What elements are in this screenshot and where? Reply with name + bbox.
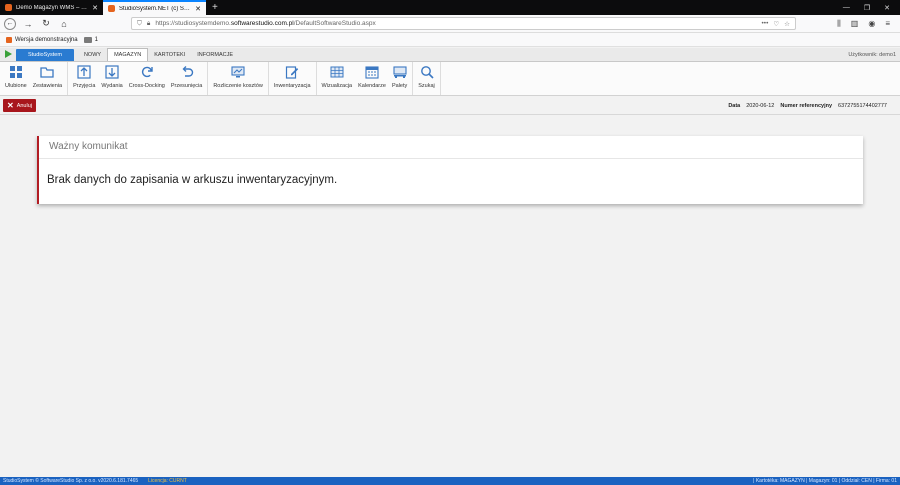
tab-nowy[interactable]: NOWY <box>78 49 107 61</box>
minimize-icon[interactable]: — <box>843 4 850 11</box>
tab-title: StudioSystem.NET (c) Software <box>119 5 191 12</box>
ribbon-toolbar: Ulubione Zestawienia Przyjęcia Wydania C… <box>0 62 900 96</box>
browser-navbar: ← → ↻ ⌂ ⛉ 🔒︎ https://studiosystemdemo.so… <box>0 15 900 33</box>
pallet-icon <box>393 65 407 79</box>
ribbon-button-rozliczenie-kosztow[interactable]: Rozliczenie kosztów <box>210 62 266 95</box>
ribbon-button-przyjecia[interactable]: Przyjęcia <box>70 62 98 95</box>
cancel-button[interactable]: ✕ Anuluj <box>3 99 36 112</box>
browser-tab-demo[interactable]: Demo Magazyn WMS – Demo ✕ <box>0 0 103 15</box>
dialog-message: Brak danych do zapisania w arkuszu inwen… <box>47 174 338 186</box>
ribbon-group-general: Ulubione Zestawienia <box>0 62 69 95</box>
close-icon: ✕ <box>7 100 14 110</box>
page-actions-icon[interactable]: ••• <box>762 20 769 27</box>
close-window-icon[interactable]: ✕ <box>884 4 890 12</box>
tab-magazyn[interactable]: MAGAZYN <box>107 48 149 61</box>
ribbon-button-wydania[interactable]: Wydania <box>98 62 125 95</box>
search-icon <box>420 65 434 79</box>
ribbon-group-views: Wizualizacja Kalendarze Palety <box>317 62 414 95</box>
address-bar[interactable]: ⛉ 🔒︎ https://studiosystemdemo.softwarest… <box>131 17 796 30</box>
tab-kartoteki[interactable]: KARTOTEKI <box>148 49 191 61</box>
close-tab-icon[interactable]: ✕ <box>195 5 201 13</box>
important-message-dialog: Ważny komunikat Brak danych do zapisania… <box>37 136 863 204</box>
ribbon-group-inventory: Inwentaryzacja <box>269 62 317 95</box>
ribbon-button-palety[interactable]: Palety <box>389 62 410 95</box>
folder-icon <box>40 65 55 79</box>
account-icon[interactable]: ◉ <box>868 19 875 29</box>
studio-favicon-icon <box>6 36 12 43</box>
ribbon-button-przesuniecia[interactable]: Przesunięcia <box>168 62 206 95</box>
ribbon-button-wizualizacja[interactable]: Wizualizacja <box>319 62 356 95</box>
library-icon[interactable]: ⫼ <box>837 19 841 29</box>
monitor-chart-icon <box>231 65 245 79</box>
document-meta: Data 2020-06-12 Numer referencyjny 63727… <box>728 103 897 109</box>
bookmark-star-icon[interactable]: ☆ <box>784 20 790 28</box>
forward-arrow-icon[interactable]: → <box>22 18 34 30</box>
close-tab-icon[interactable]: ✕ <box>92 4 98 12</box>
reload-icon[interactable]: ↻ <box>40 18 52 30</box>
status-license: Licencja: CURNT <box>148 478 187 484</box>
ribbon-button-zestawienia[interactable]: Zestawienia <box>30 62 65 95</box>
toolbar-right: ⫼ ▥ ◉ ≡ <box>837 19 896 29</box>
status-copyright: StudioSystem © SoftwareStudio Sp. z o.o.… <box>3 478 139 484</box>
user-label: Użytkownik: demo1 <box>848 52 896 58</box>
refresh-icon <box>140 65 154 79</box>
dialog-divider <box>39 158 863 159</box>
ribbon-group-movements: Przyjęcia Wydania Cross-Docking Przesuni… <box>68 62 209 95</box>
app-menubar: StudioSystem NOWY MAGAZYN KARTOTEKI INFO… <box>0 48 900 62</box>
arrow-up-box-icon <box>77 65 91 79</box>
menu-icon[interactable]: ≡ <box>885 19 890 29</box>
ribbon-button-inwentaryzacja[interactable]: Inwentaryzacja <box>271 62 314 95</box>
edit-document-icon <box>285 65 299 79</box>
window-controls: — ❐ ✕ <box>843 0 900 15</box>
folder-icon <box>83 36 92 43</box>
calendar-icon <box>365 65 379 79</box>
warehouse-grid-icon <box>330 65 344 79</box>
app-menu-button[interactable]: StudioSystem <box>16 49 74 61</box>
ribbon-button-szukaj[interactable]: Szukaj <box>415 62 438 95</box>
arrow-down-box-icon <box>105 65 119 79</box>
ribbon-button-kalendarze[interactable]: Kalendarze <box>355 62 389 95</box>
sidebar-icon[interactable]: ▥ <box>851 19 859 29</box>
back-arrow-icon[interactable]: ← <box>4 17 16 30</box>
date-value: 2020-06-12 <box>746 102 775 109</box>
tab-informacje[interactable]: INFORMACJE <box>191 49 239 61</box>
browser-tab-studiosystem[interactable]: StudioSystem.NET (c) Software ✕ <box>103 0 206 15</box>
lock-icon[interactable]: 🔒︎ <box>147 20 150 28</box>
maximize-icon[interactable]: ❐ <box>864 4 870 12</box>
shield-icon[interactable]: ⛉ <box>137 20 142 28</box>
ribbon-button-cross-docking[interactable]: Cross-Docking <box>126 62 168 95</box>
url-text: https://studiosystemdemo.softwarestudio.… <box>155 20 376 27</box>
action-bar: ✕ Anuluj Data 2020-06-12 Numer referency… <box>0 97 900 115</box>
reference-label: Numer referencyjny <box>780 102 833 109</box>
dialog-title: Ważny komunikat <box>49 141 128 152</box>
date-label: Data <box>728 102 741 109</box>
bookmark-folder-1[interactable]: 1 <box>83 36 98 43</box>
status-context: | Kartotéka: MAGAZYN | Magazyn: 01 | Odd… <box>753 478 897 484</box>
status-bar: StudioSystem © SoftwareStudio Sp. z o.o.… <box>0 477 900 485</box>
undo-arrow-icon <box>180 65 194 79</box>
reference-value: 6372755174402777 <box>838 102 887 109</box>
home-icon[interactable]: ⌂ <box>58 18 70 30</box>
ribbon-group-costs: Rozliczenie kosztów <box>208 62 269 95</box>
grid-favorites-icon <box>9 65 23 79</box>
bookmarks-bar: Wersja demonstracyjna 1 <box>0 33 900 47</box>
pocket-icon[interactable]: ♡ <box>773 20 779 28</box>
new-tab-button[interactable]: + <box>206 0 224 15</box>
bookmark-wersja-demo[interactable]: Wersja demonstracyjna <box>6 36 78 43</box>
play-icon[interactable] <box>5 50 12 58</box>
ribbon-group-search: Szukaj <box>413 62 441 95</box>
browser-tab-strip: Demo Magazyn WMS – Demo ✕ StudioSystem.N… <box>0 0 900 15</box>
ribbon-button-ulubione[interactable]: Ulubione <box>2 62 30 95</box>
studio-favicon-icon <box>108 5 115 12</box>
studio-favicon-icon <box>5 4 12 11</box>
tab-title: Demo Magazyn WMS – Demo <box>16 4 89 11</box>
